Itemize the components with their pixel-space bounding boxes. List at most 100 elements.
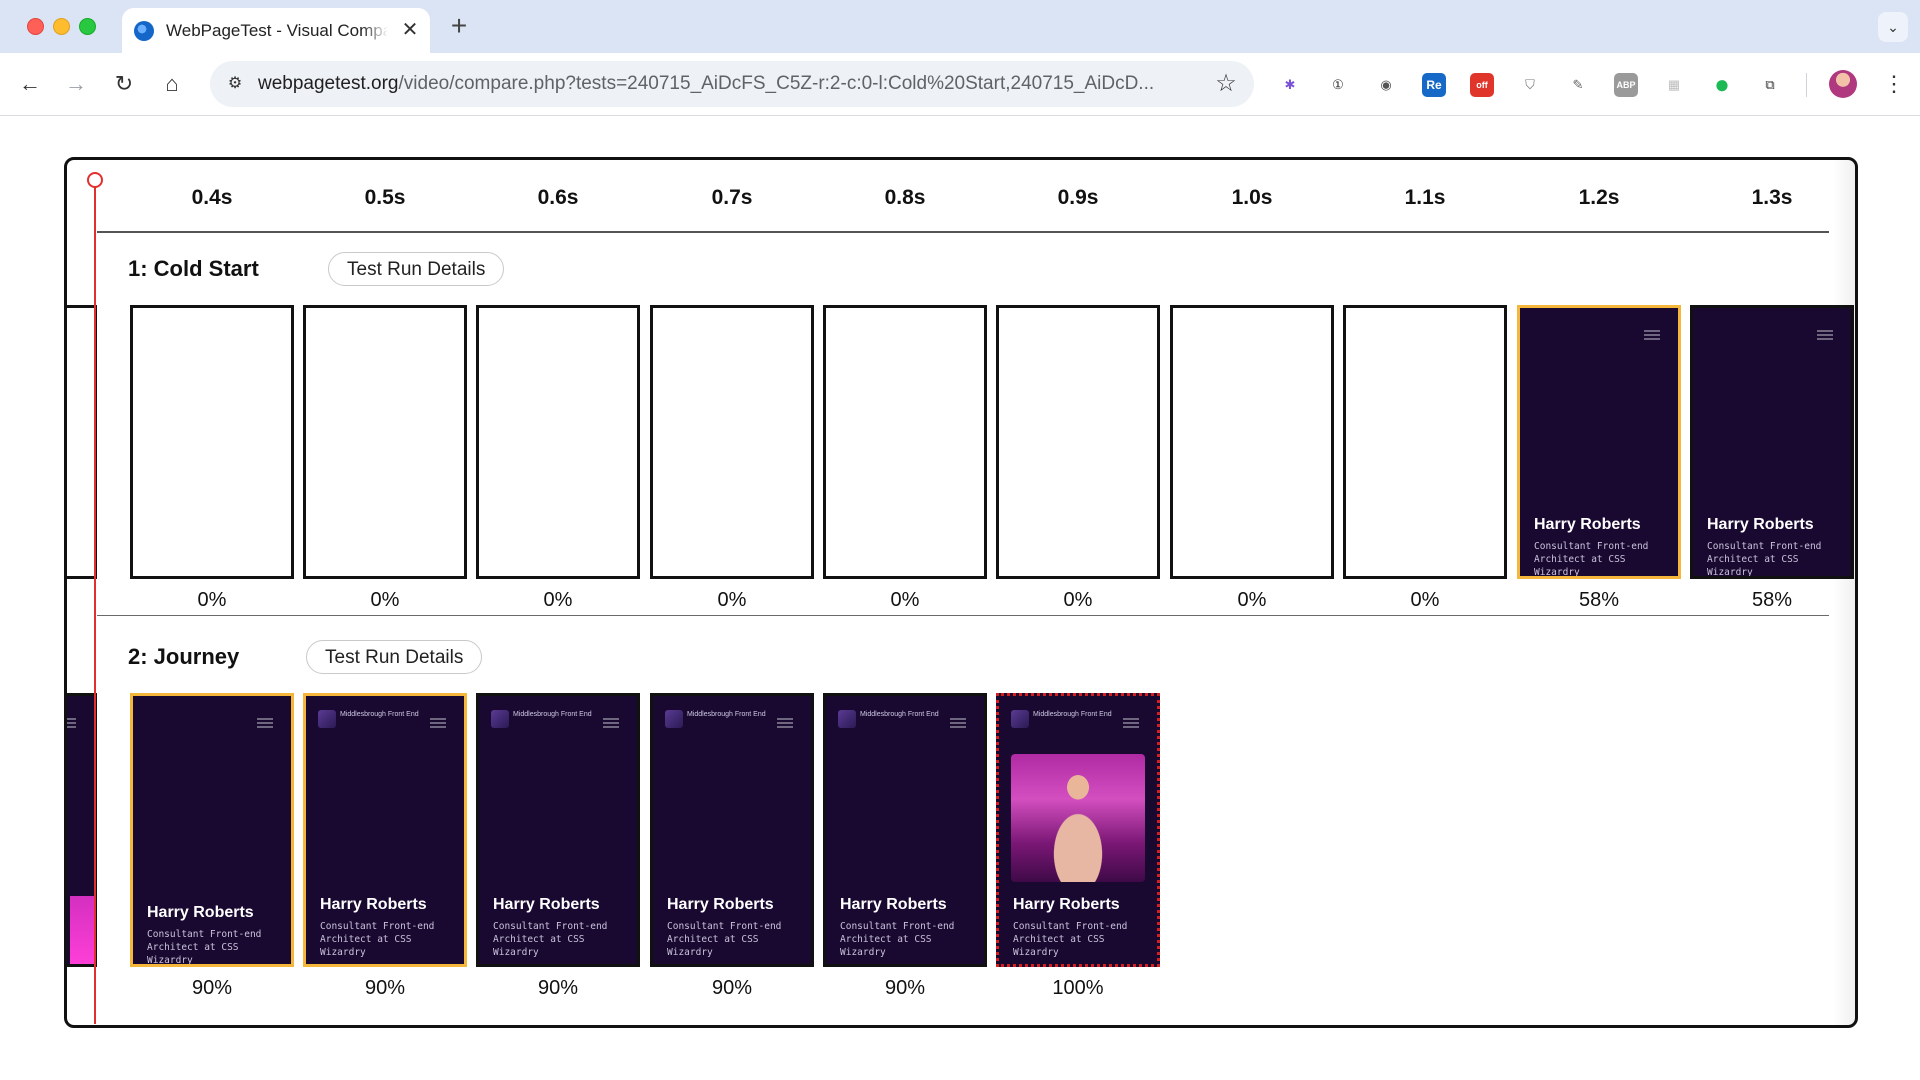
filmstrip-frame[interactable]: Middlesbrough Front End Harry Roberts Cons… — [303, 693, 467, 967]
frame-subtitle: Consultant Front-end Architect at CSS Wi… — [1013, 921, 1128, 958]
timeline-tick: 0.5s — [364, 186, 406, 209]
filmstrip-frame[interactable] — [650, 305, 814, 579]
tab-search-button[interactable]: ⌄ — [1878, 12, 1908, 42]
bookmark-star-icon[interactable]: ☆ — [1212, 70, 1240, 98]
timeline-tick: 1.3s — [1751, 186, 1793, 209]
filmstrip-frame[interactable]: Harry Roberts Consultant Front-end Archit… — [1690, 305, 1854, 579]
new-tab-button[interactable]: + — [444, 12, 474, 42]
visual-progress-label: 90% — [711, 977, 753, 999]
logo-mark-icon — [1011, 710, 1029, 728]
re-icon[interactable]: Re — [1422, 73, 1446, 97]
playhead-handle[interactable] — [87, 172, 103, 188]
site-logo: Middlesbrough Front End — [318, 710, 419, 728]
filmstrip-frame[interactable] — [1170, 305, 1334, 579]
onepassword-icon[interactable]: ① — [1326, 73, 1350, 97]
filmstrip-frame[interactable] — [823, 305, 987, 579]
hamburger-menu-icon — [1644, 330, 1660, 340]
frame-subtitle: Consultant Front-end Architect at CSS Wi… — [667, 921, 782, 958]
back-arrow-icon[interactable]: ← — [14, 68, 46, 100]
logo-text: Middlesbrough Front End — [340, 711, 419, 718]
test-run-details-button[interactable]: Test Run Details — [306, 640, 483, 674]
forward-arrow-icon[interactable]: → — [60, 68, 92, 100]
timeline-tick: 1.0s — [1231, 186, 1273, 209]
timeline-scale: 0.4s 0.5s 0.6s 0.7s 0.8s 0.9s 1.0s 1.1s 1.2s 1.3s — [97, 160, 1829, 233]
hamburger-menu-icon — [1123, 718, 1139, 728]
filmstrip-frame[interactable]: Middlesbrough Front End Harry Roberts Cons… — [476, 693, 640, 967]
address-bar[interactable]: ⚙ webpagetest.org/video/compare.php?test… — [210, 61, 1254, 107]
visual-progress-label: 90% — [364, 977, 406, 999]
camera-icon[interactable]: ◉ — [1374, 73, 1398, 97]
profile-avatar[interactable] — [1829, 70, 1857, 98]
visual-progress-label: 0% — [543, 589, 573, 611]
filmstrip-frame[interactable]: Harry Roberts Consultant Front-end Archit… — [1517, 305, 1681, 579]
filmstrip-frame[interactable] — [303, 305, 467, 579]
zoom-window-button[interactable] — [79, 18, 96, 35]
filmstrip-frame[interactable] — [476, 305, 640, 579]
browser-toolbar: ← → ↻ ⌂ ⚙ webpagetest.org/video/compare.… — [0, 53, 1920, 116]
puzzle-icon[interactable]: ⧉ — [1758, 73, 1782, 97]
timeline-tick: 1.2s — [1578, 186, 1620, 209]
visual-progress-label: 90% — [537, 977, 579, 999]
row-divider — [97, 615, 1829, 616]
browser-menu-icon[interactable]: ⋮ — [1880, 70, 1908, 98]
frame-subtitle: Consultant Front-end Architect at CSS Wi… — [493, 921, 608, 958]
frame-subtitle: Consultant Front-end Architect at CSS Wi… — [320, 921, 435, 958]
timeline-tick: 0.8s — [884, 186, 926, 209]
frame-heading: Harry Roberts — [320, 896, 427, 913]
filmstrip-frame[interactable] — [996, 305, 1160, 579]
green-dot-icon[interactable]: ● — [1710, 71, 1734, 97]
frame-heading: Harry Roberts — [840, 896, 947, 913]
site-info-icon[interactable]: ⚙ — [224, 73, 246, 95]
hamburger-menu-icon — [257, 718, 273, 728]
filmstrip-frame[interactable]: Middlesbrough Front End Harry Roberts Cons… — [996, 693, 1160, 967]
abp-icon[interactable]: ABP — [1614, 73, 1638, 97]
row-title: 1: Cold Start — [128, 256, 259, 281]
filmstrip-viewer: 0.4s 0.5s 0.6s 0.7s 0.8s 0.9s 1.0s 1.1s 1.2s 1.3s… — [64, 157, 1858, 1028]
scroll-fade — [1833, 160, 1855, 1025]
close-tab-icon[interactable]: ✕ — [398, 18, 422, 42]
filmstrip-frame[interactable]: Middlesbrough Front End Harry Roberts Cons… — [823, 693, 987, 967]
pin-icon[interactable]: ✎ — [1566, 73, 1590, 97]
frame-subtitle: Consultant Front-end Architect at CSS Wi… — [1534, 541, 1649, 578]
filmstrip-frame-partial[interactable] — [67, 693, 97, 967]
logo-text: Middlesbrough Front End — [687, 711, 766, 718]
visual-progress-label: 0% — [1063, 589, 1093, 611]
url-text[interactable]: webpagetest.org/video/compare.php?tests=… — [258, 73, 1198, 97]
home-icon[interactable]: ⌂ — [156, 68, 188, 100]
visual-progress-label: 0% — [890, 589, 920, 611]
playhead-line[interactable] — [94, 184, 96, 1024]
frame-subtitle: Consultant Front-end Architect at CSS Wi… — [840, 921, 955, 958]
filmstrip-frame[interactable]: Harry Roberts Consultant Front-end Archit… — [130, 693, 294, 967]
hamburger-menu-icon — [67, 718, 76, 728]
browser-tab-active[interactable]: WebPageTest - Visual Comparison ✕ — [122, 8, 430, 53]
minimize-window-button[interactable] — [53, 18, 70, 35]
grid-icon[interactable]: ▦ — [1662, 73, 1686, 97]
timeline-tick: 0.6s — [537, 186, 579, 209]
filmstrip-frame[interactable]: Middlesbrough Front End Harry Roberts Cons… — [650, 693, 814, 967]
url-host: webpagetest.org — [258, 73, 399, 94]
dark-reader-icon[interactable]: ✱ — [1278, 73, 1302, 97]
frame-image-edge — [70, 896, 94, 964]
row-header: 1: Cold Start Test Run Details — [128, 252, 628, 288]
visual-progress-label: 90% — [884, 977, 926, 999]
filmstrip-frame[interactable] — [130, 305, 294, 579]
logo-text: Middlesbrough Front End — [860, 711, 939, 718]
visual-progress-label: 0% — [197, 589, 227, 611]
test-run-details-button[interactable]: Test Run Details — [328, 252, 505, 286]
frame-heading: Harry Roberts — [667, 896, 774, 913]
visual-progress-label: 0% — [1410, 589, 1440, 611]
close-window-button[interactable] — [27, 18, 44, 35]
filmstrip-frame-partial[interactable] — [67, 305, 97, 579]
timeline-tick: 0.9s — [1057, 186, 1099, 209]
ext-off-icon[interactable]: off — [1470, 73, 1494, 97]
webpagetest-favicon-icon — [134, 21, 154, 41]
reload-icon[interactable]: ↻ — [108, 68, 140, 100]
logo-mark-icon — [491, 710, 509, 728]
url-path: /video/compare.php?tests=240715_AiDcFS_C… — [398, 73, 1155, 94]
filmstrip-frame[interactable] — [1343, 305, 1507, 579]
frame-subtitle: Consultant Front-end Architect at CSS Wi… — [147, 929, 262, 966]
logo-mark-icon — [838, 710, 856, 728]
row-title: 2: Journey — [128, 644, 240, 669]
row-header: 2: Journey Test Run Details — [128, 640, 628, 676]
shield-icon[interactable]: ⛉ — [1518, 73, 1542, 97]
